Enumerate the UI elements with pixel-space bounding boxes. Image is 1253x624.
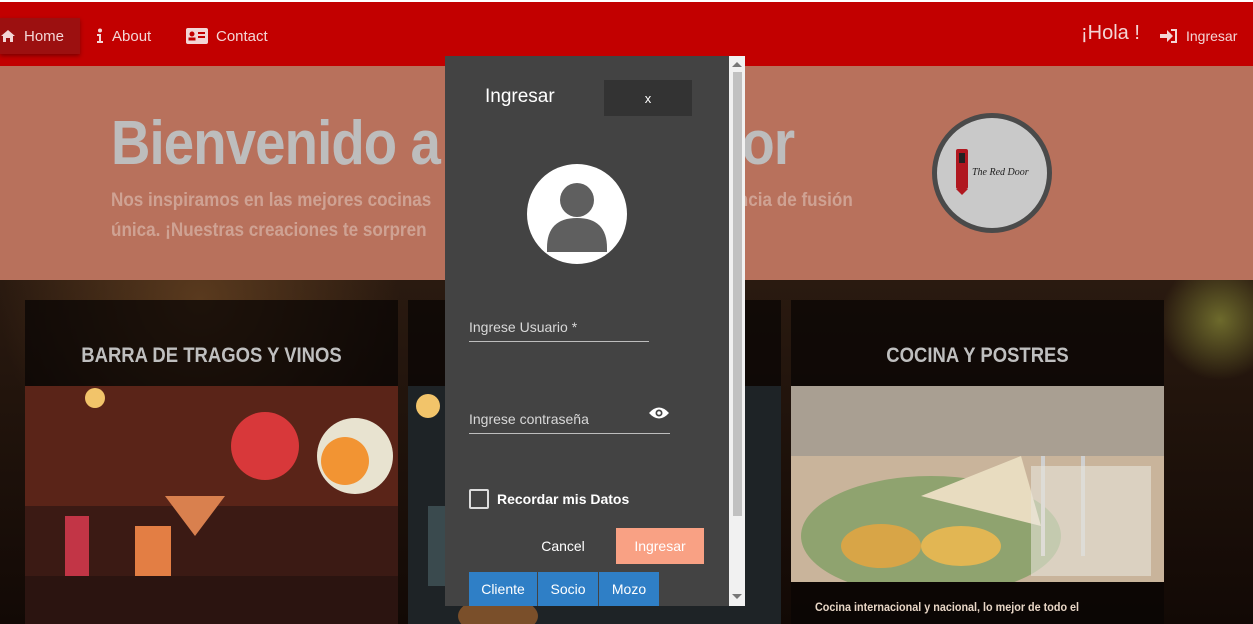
cancel-button[interactable]: Cancel	[525, 530, 601, 562]
logo-text: The Red Door	[972, 167, 1029, 178]
card-bar[interactable]: BARRA DE TRAGOS Y VINOS	[25, 300, 398, 624]
remember-me[interactable]: Recordar mis Datos	[469, 489, 629, 509]
nav-home[interactable]: Home	[0, 18, 81, 54]
user-avatar-icon	[527, 164, 627, 264]
username-input[interactable]	[469, 319, 649, 335]
remember-checkbox[interactable]	[469, 489, 489, 509]
modal-title: Ingresar	[485, 86, 555, 107]
password-input[interactable]	[469, 411, 670, 427]
role-client-button[interactable]: Cliente	[469, 572, 537, 606]
nav-login-label: Ingresar	[1186, 28, 1238, 44]
card-title: BARRA DE TRAGOS Y VINOS	[81, 344, 342, 367]
sign-in-icon	[1160, 29, 1177, 43]
submit-login-button[interactable]: Ingresar	[616, 528, 704, 564]
role-waiter-button[interactable]: Mozo	[599, 572, 659, 606]
scroll-up-arrow-icon[interactable]	[732, 62, 742, 67]
hero-title-tail: or	[741, 109, 795, 178]
remember-label: Recordar mis Datos	[497, 491, 630, 507]
scroll-down-arrow-icon[interactable]	[732, 594, 742, 599]
contact-card-icon	[186, 28, 208, 44]
hero-subtitle-part1: Nos inspiramos en las mejores cocinas	[111, 190, 432, 211]
password-field[interactable]	[469, 411, 670, 434]
close-button[interactable]: x	[604, 80, 692, 116]
scroll-thumb[interactable]	[733, 72, 742, 516]
card-title: COCINA Y POSTRES	[886, 344, 1069, 367]
eye-icon[interactable]	[649, 406, 669, 420]
modal-scrollbar[interactable]	[729, 56, 745, 606]
restaurant-logo: The Red Door	[932, 113, 1052, 233]
nav-contact-label: Contact	[216, 27, 268, 45]
cocktails-image	[25, 386, 398, 624]
role-partner-button[interactable]: Socio	[538, 572, 598, 606]
username-field[interactable]	[469, 319, 649, 342]
nav-about[interactable]: About	[96, 18, 151, 54]
hero-title-visible: Bienvenido a	[111, 109, 441, 178]
nav-login[interactable]: Ingresar	[1160, 18, 1237, 54]
login-modal: Ingresar x Recordar mis Datos Cancel Ing…	[445, 56, 745, 606]
nav-contact[interactable]: Contact	[186, 18, 268, 54]
hero-subtitle-part2: ncia de fusión	[737, 190, 853, 211]
card-description: Cocina internacional y nacional, lo mejo…	[815, 600, 1080, 614]
home-icon	[1, 30, 15, 42]
card-kitchen[interactable]: COCINA Y POSTRES Cocina internacional y …	[791, 300, 1164, 624]
info-icon	[97, 28, 103, 43]
greeting: ¡Hola !	[1081, 22, 1140, 44]
food-plate-image	[791, 386, 1164, 582]
nav-home-label: Home	[24, 27, 65, 45]
nav-about-label: About	[112, 27, 152, 45]
